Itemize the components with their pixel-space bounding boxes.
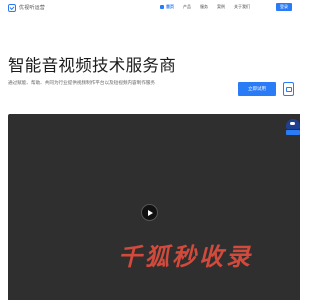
nav-item-label: 首页 <box>166 4 174 9</box>
hero-description: 通过赋能、帮助、共同为行业提供视频制作平台以及短视频内容制作服务 <box>8 81 156 86</box>
nav-item-products[interactable]: 产品 <box>183 3 191 11</box>
top-nav-bar: 优视听运营 首页 产品 服务 案例 关于我们 登录 <box>0 0 300 14</box>
nav-item-home[interactable]: 首页 <box>160 3 174 11</box>
logo-icon <box>8 3 16 12</box>
login-button[interactable]: 登录 <box>276 3 292 11</box>
monitor-icon[interactable] <box>283 82 294 96</box>
badge-icon[interactable] <box>286 119 300 135</box>
badge-bottom <box>286 130 300 135</box>
nav-item-cases[interactable]: 案例 <box>217 3 225 11</box>
hero-title: 智能音视频技术服务商 <box>8 56 176 75</box>
play-button[interactable] <box>141 204 158 221</box>
nav-item-services[interactable]: 服务 <box>200 3 208 11</box>
try-now-button[interactable]: 立即试用 <box>238 82 276 96</box>
play-icon <box>148 209 153 216</box>
logo-text: 优视听运营 <box>19 5 46 11</box>
site-logo[interactable]: 优视听运营 <box>8 3 45 12</box>
home-icon <box>160 5 164 9</box>
main-nav: 首页 产品 服务 案例 关于我们 <box>160 3 259 11</box>
nav-item-about[interactable]: 关于我们 <box>234 3 250 11</box>
video-player[interactable]: 千狐秒收录 <box>8 114 300 300</box>
badge-top <box>286 119 300 129</box>
monitor-icon-inner <box>285 86 292 92</box>
watermark-text: 千狐秒收录 <box>118 243 253 271</box>
